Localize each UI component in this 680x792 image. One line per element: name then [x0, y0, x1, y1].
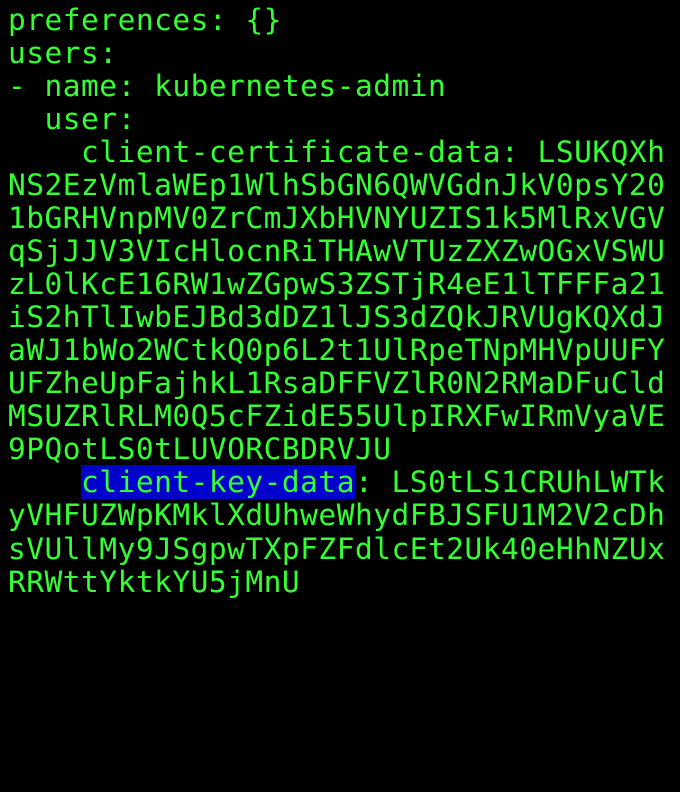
terminal-output: preferences: {} users: - name: kubernete… — [8, 4, 672, 599]
yaml-users-line: users: — [8, 36, 118, 70]
yaml-client-cert-line: client-certificate-data: LSUKQXhNS2EzVml… — [8, 135, 665, 466]
yaml-client-key-prefix — [8, 465, 81, 499]
yaml-preferences-line: preferences: {} — [8, 3, 282, 37]
search-highlight: client-key-data — [81, 465, 355, 499]
yaml-name-line: - name: kubernetes-admin — [8, 69, 446, 103]
yaml-user-line: user: — [8, 102, 136, 136]
